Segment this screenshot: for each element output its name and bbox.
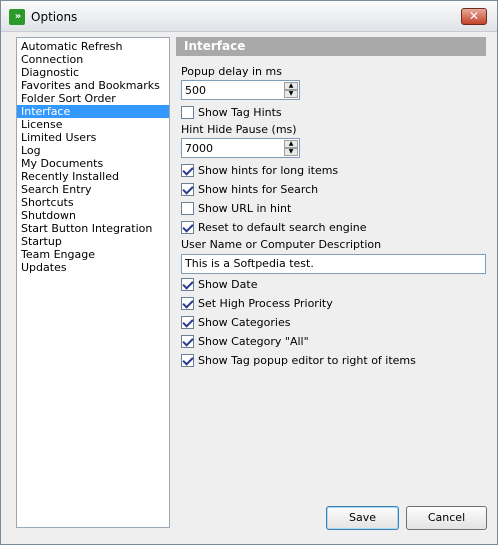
sidebar-item-automatic-refresh[interactable]: Automatic Refresh [17,40,169,53]
spin-up-icon[interactable]: ▲ [284,82,298,90]
sidebar-item-search-entry[interactable]: Search Entry [17,183,169,196]
sidebar-item-startup[interactable]: Startup [17,235,169,248]
sidebar-item-folder-sort-order[interactable]: Folder Sort Order [17,92,169,105]
checkbox-box[interactable] [181,164,194,177]
reset-search-label: Reset to default search engine [198,221,367,234]
show-url-hint-checkbox[interactable]: Show URL in hint [181,201,291,216]
checkbox-box[interactable] [181,297,194,310]
sidebar-item-interface[interactable]: Interface [17,105,169,118]
show-category-all-checkbox[interactable]: Show Category "All" [181,334,309,349]
checkbox-box[interactable] [181,183,194,196]
show-tag-popup-label: Show Tag popup editor to right of items [198,354,416,367]
high-priority-checkbox[interactable]: Set High Process Priority [181,296,333,311]
hint-hide-pause-spinner[interactable]: 7000 ▲ ▼ [181,138,300,158]
sidebar-item-license[interactable]: License [17,118,169,131]
sidebar-item-log[interactable]: Log [17,144,169,157]
hint-hide-pause-value: 7000 [185,142,213,155]
show-hints-search-label: Show hints for Search [198,183,319,196]
category-list[interactable]: Automatic Refresh Connection Diagnostic Fav… [16,37,170,528]
save-button[interactable]: Save [326,506,399,530]
sidebar-item-shutdown[interactable]: Shutdown [17,209,169,222]
sidebar-item-connection[interactable]: Connection [17,53,169,66]
window-title: Options [31,10,78,24]
sidebar-item-start-button-integration[interactable]: Start Button Integration [17,222,169,235]
sidebar-item-shortcuts[interactable]: Shortcuts [17,196,169,209]
sidebar-item-limited-users[interactable]: Limited Users [17,131,169,144]
show-hints-search-checkbox[interactable]: Show hints for Search [181,182,318,197]
checkbox-box[interactable] [181,316,194,329]
checkbox-box[interactable] [181,278,194,291]
checkbox-box[interactable] [181,354,194,367]
show-categories-label: Show Categories [198,316,291,329]
show-date-label: Show Date [198,278,258,291]
forward-arrows-icon: » [9,9,25,25]
popup-delay-value: 500 [185,84,206,97]
show-tag-hints-label: Show Tag Hints [198,106,282,119]
user-name-label: User Name or Computer Description [181,238,382,251]
spin-up-icon[interactable]: ▲ [284,140,298,148]
checkbox-box[interactable] [181,202,194,215]
spin-down-icon[interactable]: ▼ [284,90,298,98]
checkbox-box[interactable] [181,106,194,119]
sidebar-item-updates[interactable]: Updates [17,261,169,274]
section-header: Interface [176,37,486,56]
hint-hide-pause-label: Hint Hide Pause (ms) [181,123,297,136]
sidebar-item-team-engage[interactable]: Team Engage [17,248,169,261]
show-date-checkbox[interactable]: Show Date [181,277,257,292]
popup-delay-label: Popup delay in ms [181,65,282,78]
sidebar-item-favorites-and-bookmarks[interactable]: Favorites and Bookmarks [17,79,169,92]
user-name-input[interactable]: This is a Softpedia test. [181,254,486,274]
title-bar[interactable]: » Options ✕ [1,1,497,32]
show-url-hint-label: Show URL in hint [198,202,292,215]
cancel-button[interactable]: Cancel [406,506,487,530]
popup-delay-spinner[interactable]: 500 ▲ ▼ [181,80,300,100]
sidebar-item-recently-installed[interactable]: Recently Installed [17,170,169,183]
show-tag-hints-checkbox[interactable]: Show Tag Hints [181,105,282,120]
options-window: » Options ✕ Automatic Refresh Connection D… [0,0,498,545]
high-priority-label: Set High Process Priority [198,297,333,310]
spin-down-icon[interactable]: ▼ [284,148,298,156]
close-button[interactable]: ✕ [461,8,487,25]
show-tag-popup-checkbox[interactable]: Show Tag popup editor to right of items [181,353,416,368]
checkbox-box[interactable] [181,335,194,348]
show-hints-long-label: Show hints for long items [198,164,339,177]
show-hints-long-checkbox[interactable]: Show hints for long items [181,163,338,178]
show-category-all-label: Show Category "All" [198,335,309,348]
reset-search-checkbox[interactable]: Reset to default search engine [181,220,367,235]
show-categories-checkbox[interactable]: Show Categories [181,315,290,330]
sidebar-item-my-documents[interactable]: My Documents [17,157,169,170]
checkbox-box[interactable] [181,221,194,234]
sidebar-item-diagnostic[interactable]: Diagnostic [17,66,169,79]
